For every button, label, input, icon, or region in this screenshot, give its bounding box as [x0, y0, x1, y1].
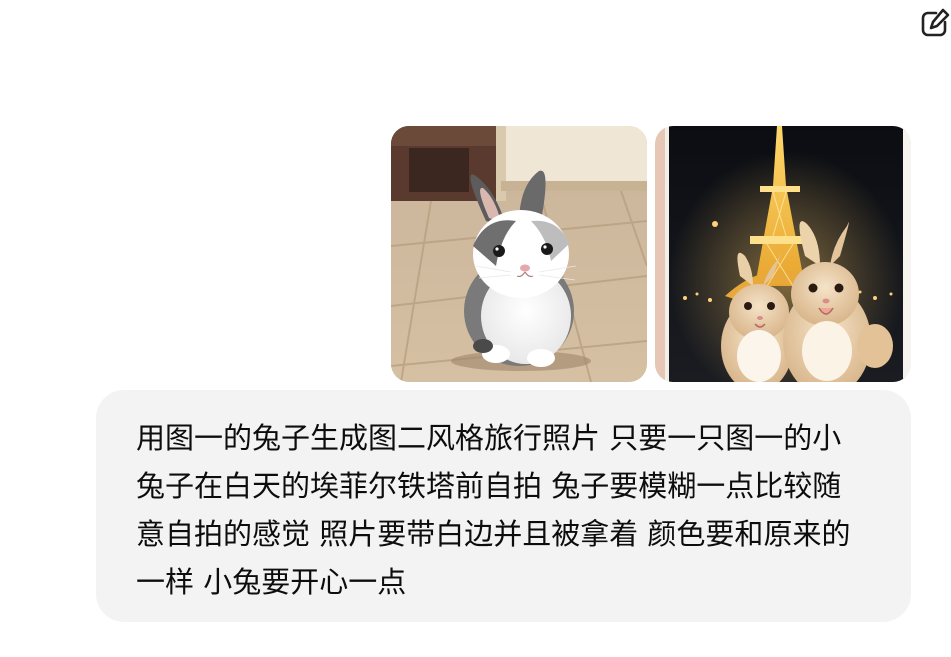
attachment-image-eiffel-rabbits[interactable]	[655, 126, 911, 382]
attachment-image-rabbit[interactable]	[391, 126, 647, 382]
message-text: 用图一的兔子生成图二风格旅行照片 只要一只图一的小兔子在白天的埃菲尔铁塔前自拍 …	[136, 421, 851, 599]
chat-page: 用图一的兔子生成图二风格旅行照片 只要一只图一的小兔子在白天的埃菲尔铁塔前自拍 …	[0, 0, 951, 657]
photo-rabbit-icon	[391, 126, 647, 382]
photo-eiffel-rabbits-icon	[655, 126, 911, 382]
edit-pencil-icon	[921, 8, 950, 37]
user-message-bubble: 用图一的兔子生成图二风格旅行照片 只要一只图一的小兔子在白天的埃菲尔铁塔前自拍 …	[96, 390, 911, 622]
edit-message-button[interactable]	[918, 4, 951, 38]
